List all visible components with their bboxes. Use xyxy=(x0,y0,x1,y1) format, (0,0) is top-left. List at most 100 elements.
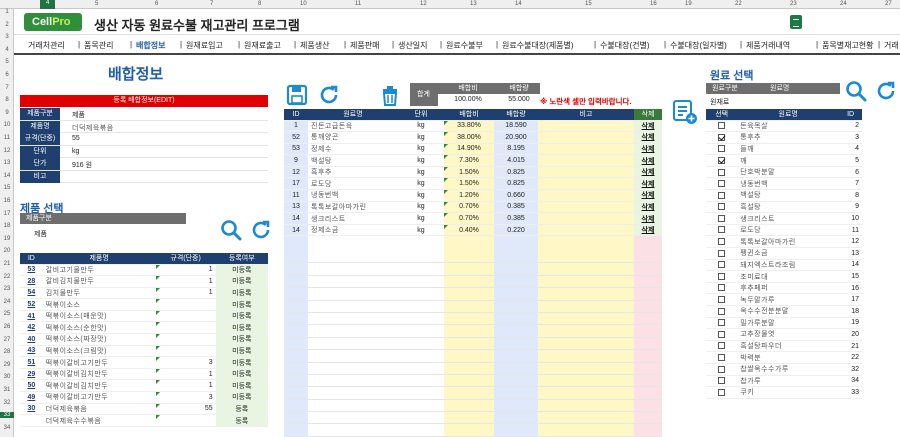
recipe-note-input[interactable] xyxy=(538,166,634,179)
menu-item-0[interactable]: 거래처관리 xyxy=(28,40,65,51)
select-cell[interactable] xyxy=(706,120,738,133)
delete-button[interactable]: 삭제 xyxy=(634,166,662,179)
checkbox[interactable] xyxy=(718,156,726,164)
table-row[interactable]: 52 떡볶이소스 미등록 xyxy=(20,298,268,311)
table-row[interactable]: 1 진돈고급돈육 kg 33.80% 18.590 삭제 xyxy=(284,120,662,133)
checkbox[interactable] xyxy=(718,342,726,350)
menu-item-13[interactable]: 품목별재고현황 xyxy=(822,40,874,51)
table-row[interactable]: 백설탕 8 xyxy=(706,189,862,202)
select-cell[interactable] xyxy=(706,328,738,341)
select-cell[interactable] xyxy=(706,270,738,283)
save-icon[interactable] xyxy=(286,84,308,106)
recipe-note-input[interactable] xyxy=(538,201,634,214)
table-row[interactable]: 옥수수전분분말 18 xyxy=(706,305,862,318)
checkbox[interactable] xyxy=(718,203,726,211)
product-id[interactable]: 53 xyxy=(20,264,43,277)
form-value[interactable]: 916 원 xyxy=(72,160,92,170)
table-row[interactable]: 13 톡톡보갈아마가린 kg 0.70% 0.385 삭제 xyxy=(284,201,662,214)
recipe-note-input[interactable] xyxy=(538,177,634,191)
select-cell[interactable] xyxy=(706,247,738,260)
menu-item-10[interactable]: 수불대장(건별) xyxy=(600,40,650,51)
recipe-ratio-input[interactable]: 14.90% xyxy=(444,143,494,156)
checkbox[interactable] xyxy=(718,249,726,257)
form-value[interactable]: 제품 xyxy=(72,110,85,120)
delete-button[interactable]: 삭제 xyxy=(634,120,662,133)
menu-item-4[interactable]: 원재료출고 xyxy=(244,40,281,51)
checkbox[interactable] xyxy=(718,319,726,327)
select-cell[interactable] xyxy=(706,166,738,179)
product-id[interactable] xyxy=(20,414,43,427)
recipe-ratio-input[interactable]: 33.80% xyxy=(444,120,494,133)
product-id[interactable]: 43 xyxy=(20,345,43,358)
checkbox[interactable] xyxy=(718,238,726,246)
select-cell[interactable] xyxy=(706,154,738,167)
checkbox[interactable] xyxy=(718,214,726,222)
form-value[interactable]: 55 xyxy=(72,135,80,142)
select-cell[interactable] xyxy=(706,224,738,237)
select-cell[interactable] xyxy=(706,259,738,272)
table-row[interactable]: 박력분 22 xyxy=(706,351,862,364)
checkbox[interactable] xyxy=(718,377,726,385)
select-cell[interactable] xyxy=(706,177,738,191)
recipe-ratio-input[interactable]: 0.70% xyxy=(444,212,494,225)
table-row[interactable]: 49 떡볶이갈비고기만두 3 미등록 xyxy=(20,391,268,404)
menu-item-7[interactable]: 생산일지 xyxy=(398,40,427,51)
table-row[interactable]: 톡톡보갈아마가린 12 xyxy=(706,235,862,249)
select-cell[interactable] xyxy=(706,282,738,295)
recipe-ratio-input[interactable]: 1.20% xyxy=(444,189,494,202)
product-id[interactable]: 42 xyxy=(20,321,43,335)
select-cell[interactable] xyxy=(706,375,738,388)
table-row[interactable]: 14 정제소금 kg 0.40% 0.220 삭제 xyxy=(284,224,662,237)
table-row[interactable]: 52 통깨양곤 kg 38.00% 20.900 삭제 xyxy=(284,131,662,144)
menu-item-8[interactable]: 원료수불부 xyxy=(446,40,483,51)
table-row[interactable]: 냉동번백 7 xyxy=(706,177,862,191)
table-row[interactable]: 밀가루분말 19 xyxy=(706,317,862,330)
recipe-note-input[interactable] xyxy=(538,224,634,237)
table-row[interactable]: 9 백설탕 kg 7.30% 4.015 삭제 xyxy=(284,154,662,167)
table-row[interactable]: 30 더덕제육볶음 55 등록 xyxy=(20,403,268,416)
trash-icon[interactable] xyxy=(380,84,400,106)
table-row[interactable]: 생크리스트 10 xyxy=(706,212,862,225)
recipe-note-input[interactable] xyxy=(538,120,634,133)
checkbox[interactable] xyxy=(718,272,726,280)
table-row[interactable]: 깨5 xyxy=(706,154,862,167)
excel-icon[interactable] xyxy=(790,15,802,29)
checkbox[interactable] xyxy=(718,296,726,304)
checkbox[interactable] xyxy=(718,191,726,199)
table-row[interactable]: 29 떡볶이갈비김치만두 1 미등록 xyxy=(20,368,268,381)
menu-item-1[interactable]: 품목관리 xyxy=(84,40,113,51)
table-row[interactable]: 41 떡볶이소스(매운맛) 미등록 xyxy=(20,310,268,323)
table-row[interactable]: 14 생크리스트 kg 0.70% 0.385 삭제 xyxy=(284,212,662,225)
select-cell[interactable] xyxy=(706,189,738,202)
table-row[interactable]: 51 떡볶이갈비고기만두 3 미등록 xyxy=(20,356,268,369)
table-row[interactable]: 통후추 3 xyxy=(706,131,862,144)
menu-item-11[interactable]: 수불대장(일자별) xyxy=(670,40,727,51)
select-cell[interactable] xyxy=(706,305,738,318)
table-row[interactable]: 찹쌀옥수수가루 32 xyxy=(706,363,862,376)
select-cell[interactable] xyxy=(706,351,738,364)
table-row[interactable]: 돈육목살 2 xyxy=(706,120,862,133)
recipe-ratio-input[interactable]: 38.00% xyxy=(444,131,494,144)
menu-item-6[interactable]: 제품판매 xyxy=(350,40,379,51)
table-row[interactable]: 들깨 4 xyxy=(706,143,862,156)
recipe-note-input[interactable] xyxy=(538,189,634,202)
table-row[interactable]: 단호박분말 6 xyxy=(706,166,862,179)
menu-item-12[interactable]: 제품거래내역 xyxy=(746,40,790,51)
product-id[interactable]: 30 xyxy=(20,403,43,416)
checkbox[interactable] xyxy=(718,168,726,176)
recipe-note-input[interactable] xyxy=(538,131,634,144)
form-value[interactable]: kg xyxy=(72,148,79,155)
table-row[interactable]: 12 흑후추 kg 1.50% 0.825 삭제 xyxy=(284,166,662,179)
table-row[interactable]: 펭귄소금 13 xyxy=(706,247,862,260)
recipe-ratio-input[interactable]: 1.50% xyxy=(444,166,494,179)
checkbox[interactable] xyxy=(718,261,726,269)
product-id[interactable]: 41 xyxy=(20,310,43,323)
table-row[interactable]: 54 김치물만두 1 미등록 xyxy=(20,287,268,300)
menu-item-9[interactable]: 원료수불대장(제품별) xyxy=(502,40,574,51)
refresh-icon[interactable] xyxy=(318,84,340,106)
select-cell[interactable] xyxy=(706,386,738,399)
refresh-icon[interactable] xyxy=(875,80,897,102)
select-cell[interactable] xyxy=(706,317,738,330)
table-row[interactable]: 53 정제수 kg 14.90% 8.195 삭제 xyxy=(284,143,662,156)
product-id[interactable]: 49 xyxy=(20,391,43,404)
